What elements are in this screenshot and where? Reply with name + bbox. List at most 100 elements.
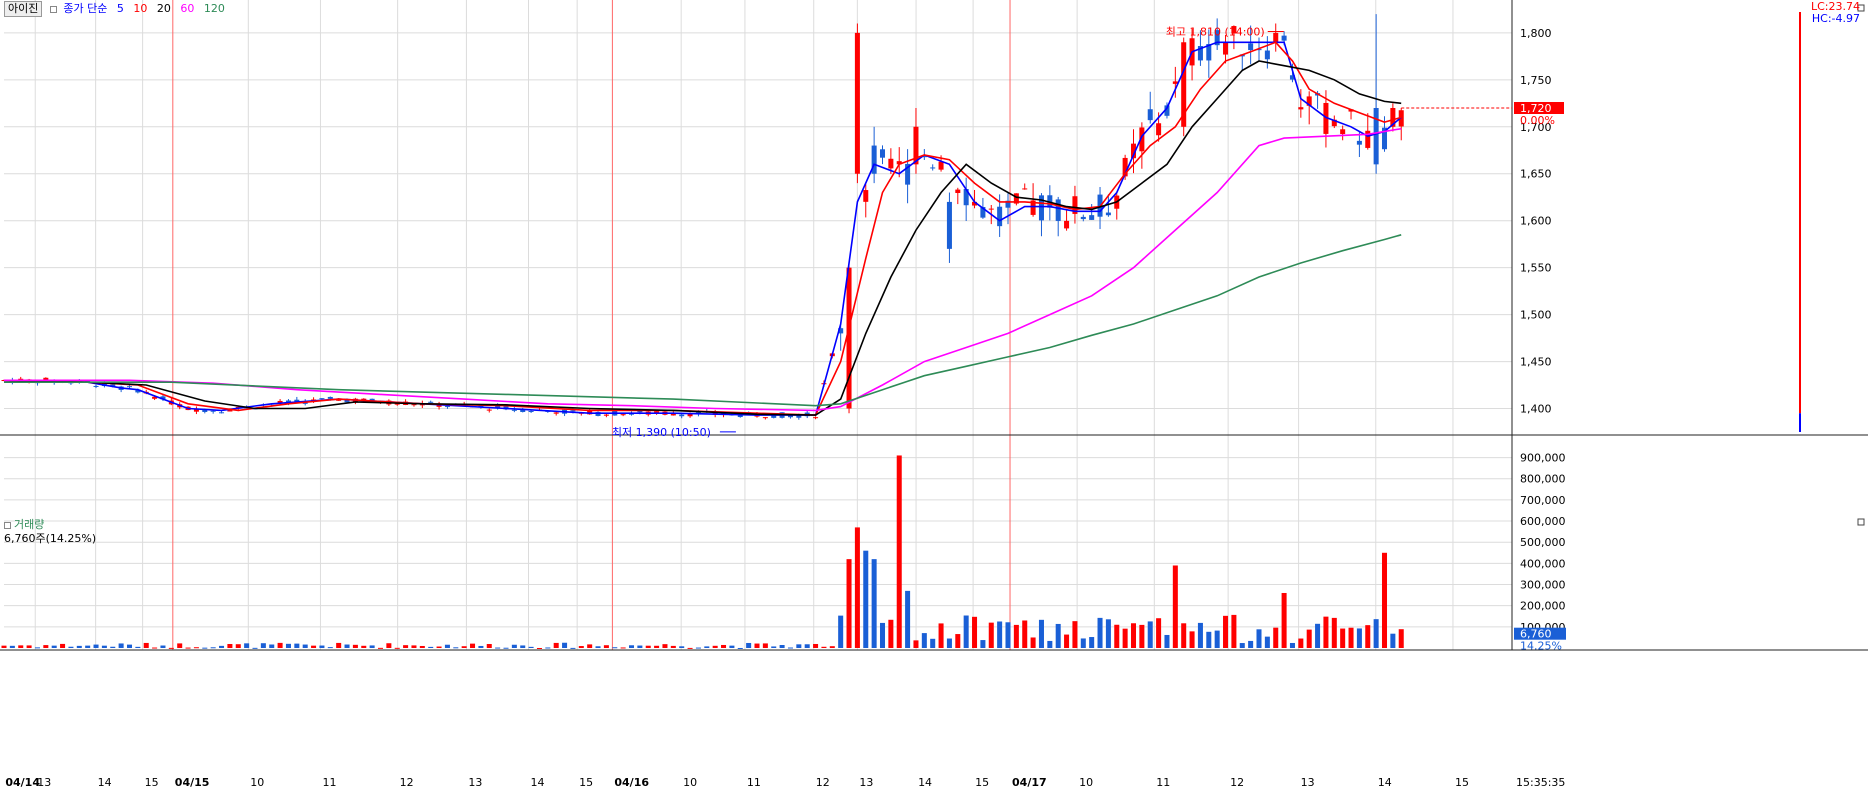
time-label: 15:35:35 <box>1516 776 1565 789</box>
volume-bar <box>1231 614 1237 648</box>
candle-body <box>737 415 743 418</box>
candle-body <box>603 414 609 416</box>
volume-bar <box>988 622 994 648</box>
volume-bar <box>813 643 819 648</box>
candle-body <box>570 410 576 412</box>
volume-bar <box>403 645 409 648</box>
volume-bar <box>244 643 250 648</box>
candle-body <box>511 409 517 411</box>
volume-bar <box>1 645 7 648</box>
candle-body <box>1223 42 1229 55</box>
high-annotation: 최고 1,810 (14:00) <box>1166 25 1265 38</box>
candle-body <box>863 190 869 202</box>
volume-bar <box>1064 634 1070 648</box>
volume-bar <box>152 647 158 649</box>
volume-bar <box>470 643 476 648</box>
volume-bar <box>670 645 676 648</box>
volume-bar <box>1189 631 1195 648</box>
candle-body <box>620 414 626 416</box>
volume-bar <box>1105 619 1111 648</box>
volume-bar <box>654 645 660 648</box>
volume-bar <box>227 643 233 648</box>
volume-bar <box>1122 628 1128 648</box>
volume-bar <box>1097 617 1103 648</box>
candle-body <box>946 201 952 249</box>
stock-chart[interactable]: 1,8001,7501,7001,6501,6001,5501,5001,450… <box>0 0 1868 792</box>
volume-bar <box>595 646 601 648</box>
candle-body <box>1080 216 1086 220</box>
price-tick-label: 1,550 <box>1520 262 1552 275</box>
candle-body <box>93 385 99 387</box>
volume-bar <box>528 646 534 648</box>
volume-bar <box>746 642 752 648</box>
candle-body <box>1089 215 1095 220</box>
volume-bar <box>18 645 24 648</box>
current-volume-pct: 14.25% <box>1520 640 1562 653</box>
candle-body <box>846 267 852 409</box>
ma-prefix: 종가 단순 <box>63 2 108 15</box>
volume-bar <box>1273 627 1279 648</box>
volume-bar <box>327 647 333 649</box>
volume-bar <box>302 644 308 648</box>
volume-bar <box>486 644 492 648</box>
volume-bar <box>888 619 894 648</box>
volume-bar <box>1323 616 1329 648</box>
candle-body <box>762 417 768 419</box>
volume-bar <box>126 644 133 648</box>
volume-bar <box>34 647 40 649</box>
volume-bar <box>311 645 317 648</box>
volume-bar <box>260 643 266 648</box>
volume-bar <box>980 640 986 648</box>
candle-body <box>997 206 1003 227</box>
volume-bar <box>821 646 827 648</box>
volume-bar <box>319 645 325 648</box>
candle-body <box>1373 108 1379 165</box>
volume-bar <box>478 645 484 648</box>
volume-bar <box>536 647 542 649</box>
volume-bar <box>1030 637 1036 648</box>
volume-bar <box>294 643 300 648</box>
x-date-label: 04/17 <box>1012 776 1047 789</box>
x-hour-label: 15 <box>1455 776 1469 789</box>
volume-bar <box>721 644 727 648</box>
volume-title: 거래량 <box>14 518 45 531</box>
volume-bar <box>1055 623 1061 648</box>
x-hour-label: 13 <box>468 776 482 789</box>
volume-bar <box>444 644 450 648</box>
ma5-label: 5 <box>116 2 124 15</box>
volume-bar <box>1248 640 1254 648</box>
x-hour-label: 11 <box>1156 776 1170 789</box>
candle-body <box>444 406 450 408</box>
volume-bar <box>1172 565 1178 648</box>
volume-bar <box>603 645 609 648</box>
candle-body <box>1340 129 1346 135</box>
volume-bar <box>955 634 961 648</box>
volume-bar <box>1281 592 1287 648</box>
price-tick-label: 1,600 <box>1520 215 1552 228</box>
volume-bar <box>704 646 710 648</box>
volume-tick-label: 800,000 <box>1520 473 1566 486</box>
ma20-label: 20 <box>156 2 171 15</box>
volume-bar <box>511 644 517 648</box>
volume-bar <box>662 644 668 648</box>
volume-bar <box>495 647 501 649</box>
volume-bar <box>695 647 701 649</box>
candle-body <box>813 417 819 419</box>
volume-bar <box>85 645 91 648</box>
candle-body <box>854 32 860 174</box>
volume-tick-label: 900,000 <box>1520 452 1566 465</box>
volume-bar <box>879 622 886 648</box>
volume-bar <box>235 644 241 648</box>
x-hour-label: 14 <box>98 776 112 789</box>
volume-bar <box>1147 621 1153 648</box>
volume-bar <box>804 644 810 648</box>
candle-body <box>955 189 961 194</box>
change-label: 0.00% <box>1520 114 1555 127</box>
stock-name[interactable]: 아이진 <box>4 1 43 17</box>
volume-bar <box>612 647 618 649</box>
volume-bar <box>411 645 417 648</box>
volume-bar <box>76 645 82 648</box>
volume-bar <box>921 633 927 648</box>
volume-bar <box>1047 640 1053 648</box>
candle-body <box>1055 199 1061 221</box>
